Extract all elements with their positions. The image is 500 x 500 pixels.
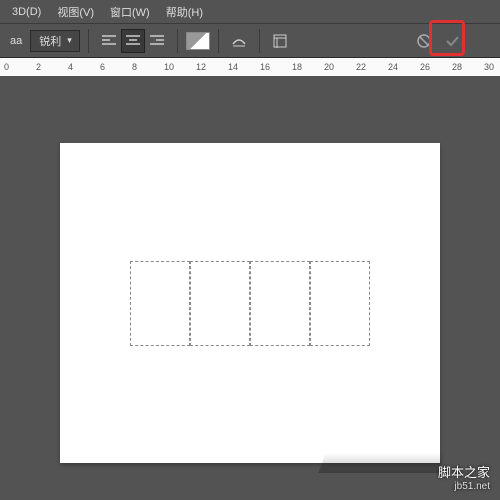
watermark: 脚本之家 jb51.net [438,462,490,492]
align-center-button[interactable] [121,29,145,53]
menu-3d[interactable]: 3D(D) [4,3,49,21]
commit-button[interactable] [440,29,464,53]
cancel-button[interactable] [412,29,436,53]
horizontal-ruler[interactable]: 0 2 4 6 8 10 12 14 16 18 20 22 24 26 28 … [0,58,500,76]
menu-help[interactable]: 帮助(H) [158,1,211,23]
character-panel-button[interactable] [268,29,292,53]
antialias-label: aa [6,33,26,49]
align-right-button[interactable] [145,29,169,53]
separator [88,29,89,53]
text-color-swatch[interactable] [186,29,210,53]
ruler-tick-label: 14 [228,62,238,72]
document-canvas[interactable]: 小鱼无涯 [60,143,440,463]
ruler-tick-label: 18 [292,62,302,72]
menu-window[interactable]: 窗口(W) [102,1,158,23]
ruler-tick-label: 16 [260,62,270,72]
align-left-button[interactable] [97,29,121,53]
separator [259,29,260,53]
work-area[interactable]: 小鱼无涯 [0,76,500,500]
menubar: 3D(D) 视图(V) 窗口(W) 帮助(H) [0,0,500,24]
ruler-tick-label: 22 [356,62,366,72]
ruler-tick-label: 10 [164,62,174,72]
antialias-dropdown[interactable]: 锐利 [30,30,80,52]
separator [177,29,178,53]
ruler-tick-label: 24 [388,62,398,72]
options-bar: aa 锐利 [0,24,500,58]
ruler-tick-label: 8 [132,62,137,72]
ruler-tick-label: 2 [36,62,41,72]
page-shadow [318,453,445,473]
marquee-selection-text: 小鱼无涯 [130,261,370,346]
text-align-group [97,29,169,53]
separator [218,29,219,53]
warp-text-button[interactable] [227,29,251,53]
ruler-tick-label: 20 [324,62,334,72]
watermark-line1: 脚本之家 [438,462,490,481]
ruler-tick-label: 12 [196,62,206,72]
ruler-tick-label: 26 [420,62,430,72]
menu-view[interactable]: 视图(V) [49,1,102,23]
ruler-tick-label: 0 [4,62,9,72]
ruler-tick-label: 30 [484,62,494,72]
ruler-tick-label: 4 [68,62,73,72]
color-swatch-icon [186,32,210,50]
ruler-tick-label: 28 [452,62,462,72]
ruler-tick-label: 6 [100,62,105,72]
watermark-line2: jb51.net [438,481,490,492]
